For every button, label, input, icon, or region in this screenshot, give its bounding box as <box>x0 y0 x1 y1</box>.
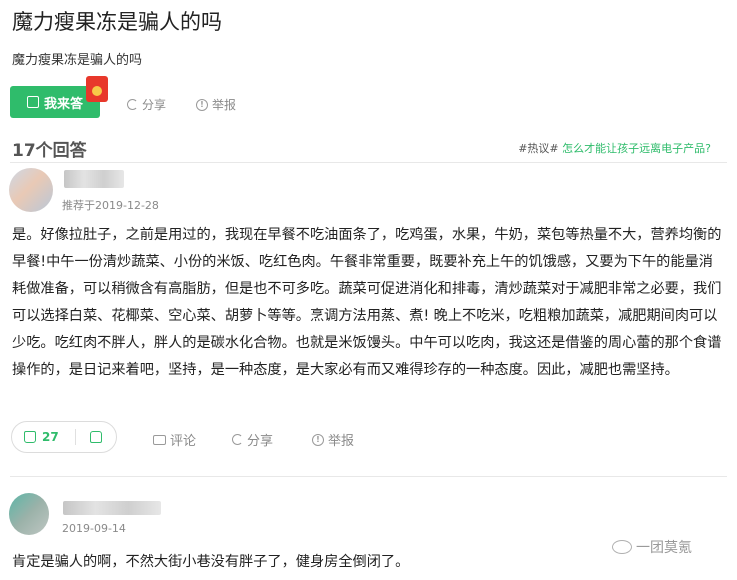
answer-share-button[interactable]: 分享 <box>232 430 273 449</box>
share-icon <box>127 99 138 110</box>
hot-tag: #热议# <box>518 142 559 155</box>
hot-question: 怎么才能让孩子远离电子产品? <box>562 142 711 155</box>
comment-icon <box>153 434 166 445</box>
question-title: 魔力瘦果冻是骗人的吗 <box>12 10 222 34</box>
username-blurred[interactable] <box>63 501 161 515</box>
answer-button-label: 我来答 <box>43 96 83 112</box>
question-subtitle: 魔力瘦果冻是骗人的吗 <box>12 53 143 68</box>
answer-content: 是。好像拉肚子，之前是用过的，我现在早餐不吃油面条了，吃鸡蛋，水果，牛奶，菜包等… <box>12 227 722 378</box>
like-count: 27 <box>42 430 59 444</box>
vote-control[interactable]: 27 <box>11 421 117 453</box>
answer-share-label: 分享 <box>247 434 274 449</box>
answer-report-label: 举报 <box>328 434 355 449</box>
report-icon: ! <box>312 433 324 446</box>
report-icon: ! <box>196 98 208 111</box>
watermark-text: 一团莫氪 <box>636 540 692 556</box>
question-share-label: 分享 <box>142 98 167 112</box>
divider <box>10 162 727 163</box>
hot-topic-link[interactable]: #热议# 怎么才能让孩子远离电子产品? <box>518 140 711 156</box>
comment-button[interactable]: 评论 <box>153 430 196 449</box>
answer-count: 17个回答 <box>12 141 87 161</box>
share-icon <box>232 434 243 445</box>
divider <box>10 476 727 477</box>
answer-report-button[interactable]: ! 举报 <box>312 430 354 449</box>
avatar[interactable] <box>9 493 49 535</box>
question-share-button[interactable]: 分享 <box>127 96 166 113</box>
edit-icon <box>26 96 39 108</box>
username-blurred[interactable] <box>64 170 124 188</box>
comment-label: 评论 <box>170 434 197 449</box>
red-packet-icon[interactable] <box>86 76 108 102</box>
thumbs-up-icon[interactable] <box>24 431 36 443</box>
question-report-button[interactable]: ! 举报 <box>196 96 236 113</box>
watermark: 一团莫氪 <box>612 537 692 557</box>
avatar[interactable] <box>9 168 53 212</box>
question-report-label: 举报 <box>212 98 237 112</box>
wechat-icon <box>612 540 632 554</box>
answer-date: 2019-09-14 <box>62 522 126 535</box>
thumbs-down-icon[interactable] <box>89 431 102 443</box>
recommend-date: 推荐于2019-12-28 <box>62 199 159 212</box>
divider <box>74 429 76 445</box>
